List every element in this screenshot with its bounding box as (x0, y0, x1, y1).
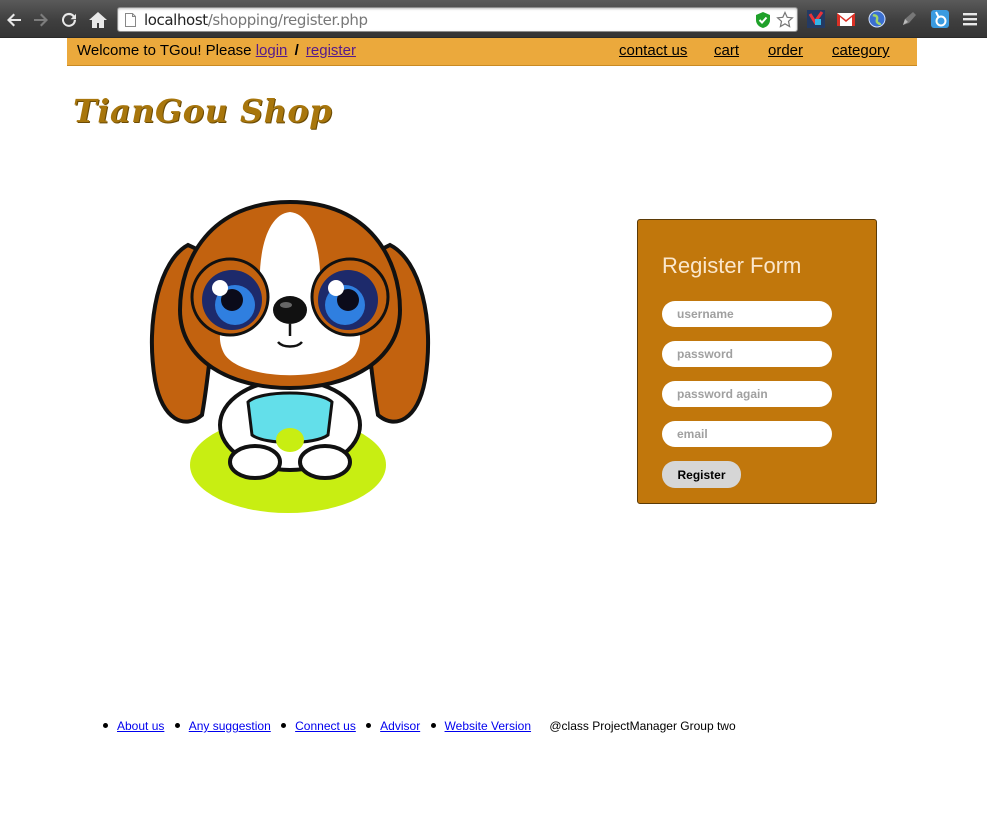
bullet-icon (430, 723, 436, 729)
site-logo[interactable]: TianGou Shop (73, 92, 332, 130)
badge-extension-icon[interactable] (930, 9, 950, 29)
register-form: Register Form Register (637, 219, 877, 504)
address-bar[interactable]: localhost/shopping/register.php (117, 7, 798, 32)
bullet-icon (366, 723, 372, 729)
footer-link-advisor[interactable]: Advisor (380, 719, 420, 733)
bullet-icon (103, 723, 108, 729)
footer-link-about-us[interactable]: About us (117, 719, 164, 733)
page-icon (125, 13, 136, 27)
bullet-icon (174, 723, 180, 729)
nav-cart[interactable]: cart (714, 42, 739, 59)
register-form-title: Register Form (662, 253, 802, 278)
home-icon[interactable] (87, 9, 109, 31)
footer-links: About us Any suggestion Connect us Advis… (103, 719, 736, 733)
password-field[interactable] (662, 341, 832, 367)
reload-icon[interactable] (58, 9, 80, 31)
footer-credit: @class ProjectManager Group two (549, 719, 736, 733)
browser-toolbar: localhost/shopping/register.php (0, 0, 987, 38)
nav-category[interactable]: category (832, 42, 890, 59)
globe-icon[interactable] (867, 9, 887, 29)
star-icon[interactable] (776, 11, 794, 29)
site-header-bar: Welcome to TGou! Please login / register… (67, 38, 917, 66)
menu-icon[interactable] (960, 9, 980, 29)
footer-link-connect-us[interactable]: Connect us (295, 719, 356, 733)
nav-order[interactable]: order (768, 42, 803, 59)
bullet-icon (281, 723, 287, 729)
email-field[interactable] (662, 421, 832, 447)
login-register-separator: / (294, 42, 299, 59)
pen-extension-icon[interactable] (899, 9, 919, 29)
puppy-mascot-illustration (149, 199, 431, 513)
footer-link-website-version[interactable]: Website Version (445, 719, 532, 733)
gmail-icon[interactable] (836, 9, 856, 29)
register-button[interactable]: Register (662, 461, 741, 488)
back-icon[interactable] (3, 9, 25, 31)
forward-icon[interactable] (30, 9, 52, 31)
welcome-message: Welcome to TGou! Please login / register (77, 42, 356, 59)
shield-check-icon[interactable] (754, 11, 772, 29)
footer-link-any-suggestion[interactable]: Any suggestion (189, 719, 271, 733)
welcome-text: Welcome to TGou! Please (77, 42, 252, 59)
username-field[interactable] (662, 301, 832, 327)
puzzle-extension-icon[interactable] (806, 9, 826, 29)
url-text: localhost/shopping/register.php (144, 11, 368, 29)
login-link[interactable]: login (256, 42, 288, 59)
password-again-field[interactable] (662, 381, 832, 407)
nav-contact-us[interactable]: contact us (619, 42, 687, 59)
register-link[interactable]: register (306, 42, 356, 59)
